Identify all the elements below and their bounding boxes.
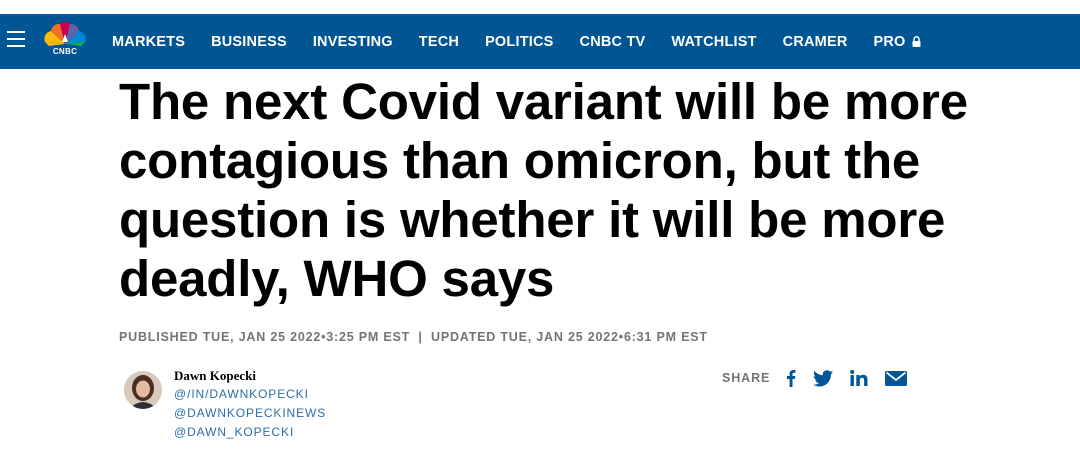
author-linkedin-link[interactable]: @/IN/DAWNKOPECKI (174, 387, 309, 401)
nav-watchlist[interactable]: WATCHLIST (671, 34, 756, 50)
nav-politics[interactable]: POLITICS (485, 34, 553, 50)
facebook-icon[interactable] (786, 369, 796, 387)
share-bar: SHARE (722, 368, 924, 388)
author-twitter-link[interactable]: @DAWN_KOPECKI (174, 425, 294, 439)
article-timestamps: PUBLISHED TUE, JAN 25 2022•3:25 PM EST |… (119, 330, 708, 344)
nav-investing[interactable]: INVESTING (313, 34, 393, 50)
nav-tech[interactable]: TECH (419, 34, 459, 50)
share-label: SHARE (722, 371, 771, 385)
twitter-icon[interactable] (813, 369, 834, 387)
cnbc-peacock-logo[interactable] (40, 20, 90, 64)
timestamp-separator: | (418, 330, 423, 344)
author-avatar[interactable] (124, 371, 162, 409)
updated-time: UPDATED TUE, JAN 25 2022•6:31 PM EST (431, 330, 708, 344)
author-name[interactable]: Dawn Kopecki (174, 368, 256, 384)
article-headline: The next Covid variant will be more cont… (119, 73, 968, 307)
nav-business[interactable]: BUSINESS (211, 34, 287, 50)
primary-nav: MARKETS BUSINESS INVESTING TECH POLITICS… (112, 14, 947, 69)
nav-cnbc-tv[interactable]: CNBC TV (580, 34, 646, 50)
menu-icon[interactable] (7, 31, 25, 47)
email-icon[interactable] (885, 370, 908, 386)
top-navigation-bar: CNBC MARKETS BUSINESS INVESTING TECH POL… (0, 14, 1080, 69)
brand-wordmark: CNBC (52, 47, 78, 56)
nav-markets[interactable]: MARKETS (112, 34, 185, 50)
linkedin-icon[interactable] (850, 370, 868, 386)
author-photo-icon (124, 371, 162, 409)
nav-pro-label: PRO (873, 33, 906, 50)
published-time: PUBLISHED TUE, JAN 25 2022•3:25 PM EST (119, 330, 411, 344)
nav-pro[interactable]: PRO (874, 34, 921, 50)
author-twitter-news-link[interactable]: @DAWNKOPECKINEWS (174, 406, 326, 420)
lock-icon (912, 36, 921, 47)
nav-cramer[interactable]: CRAMER (783, 34, 848, 50)
